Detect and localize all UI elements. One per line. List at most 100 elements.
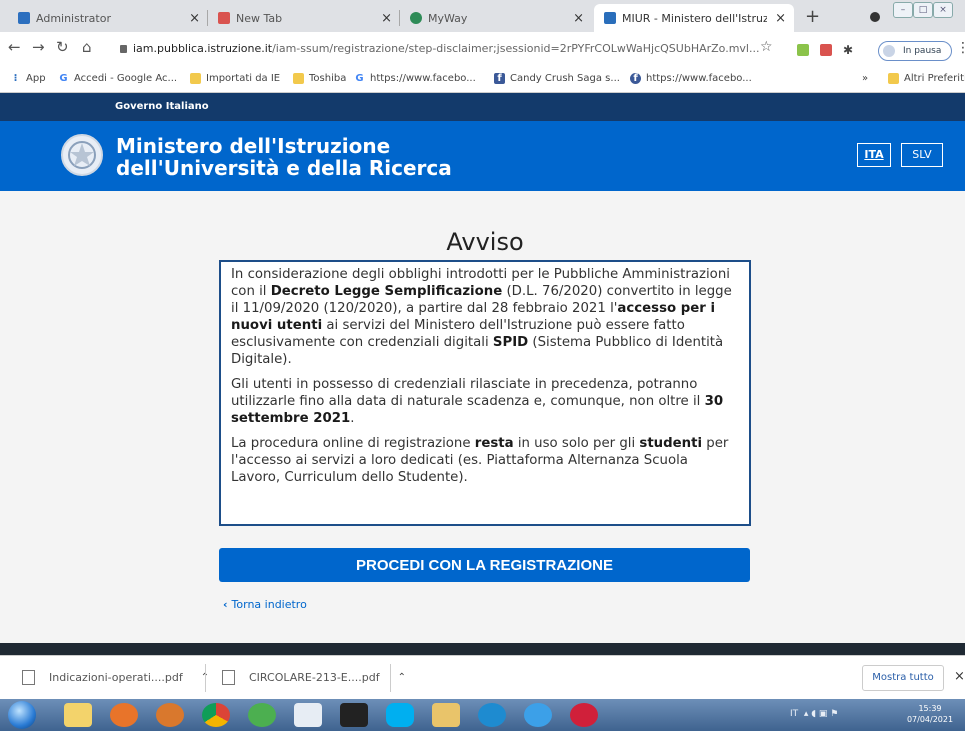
puzzle-extension-icon[interactable]: ✱ [843,44,855,56]
folder-icon[interactable] [432,703,460,727]
folder-icon [888,73,899,84]
bookmark-label: Accedi - Google Ac... [74,73,178,84]
chrome-icon[interactable] [202,703,230,727]
downloads-bar: Indicazioni-operati....pdf ⌃ CIRCOLARE-2… [0,655,965,700]
notice-text: . [350,411,355,426]
tab-title: New Tab [236,11,283,25]
gov-label[interactable]: Governo Italiano [115,101,209,112]
game-icon[interactable] [340,703,368,727]
pdf-file-icon [222,670,235,685]
skype-icon[interactable] [386,703,414,727]
notice-paragraph-1: In considerazione degli obblighi introdo… [231,266,739,368]
show-all-downloads-button[interactable]: Mostra tutto [862,665,944,691]
chevron-left-icon: ‹ [223,598,228,611]
bookmark-label: Altri Preferiti [904,73,965,84]
menu-kebab-icon[interactable]: ⋮ [956,40,965,56]
opera-icon[interactable] [570,703,598,727]
profile-icon[interactable] [870,12,880,22]
firefox-icon[interactable] [110,703,138,727]
bookmark-folder-ie[interactable]: Importati da IE [190,73,280,84]
notice-bold-text: SPID [492,335,529,350]
notepad-icon[interactable] [294,703,322,727]
notice-text: La procedura online di registrazione [231,436,475,451]
back-arrow-icon[interactable]: ← [8,38,21,56]
tab-miur[interactable]: MIUR - Ministero dell'Istruzion × [594,4,794,32]
google-icon: G [355,73,364,84]
bookmark-facebook-url[interactable]: G https://www.facebo... [354,73,475,84]
proceed-registration-button[interactable]: PROCEDI CON LA REGISTRAZIONE [219,548,750,582]
extension-icon[interactable] [797,44,809,56]
start-button-icon[interactable] [8,701,36,729]
bookmark-folder-toshiba[interactable]: Toshiba [293,73,346,84]
google-icon: G [59,73,68,84]
bookmark-apps[interactable]: ⁝ App [10,73,46,84]
avatar [883,45,895,57]
miur-icon [604,12,616,24]
tab-title: Administrator [36,11,111,25]
language-ita-button[interactable]: ITA [857,143,891,167]
download-item[interactable]: Indicazioni-operati....pdf ⌃ [22,670,209,685]
chevron-up-icon[interactable]: ⌃ [398,672,406,683]
media-icon[interactable] [156,703,184,727]
clock-time: 15:39 [918,704,942,713]
sync-paused-button[interactable]: In pausa [878,41,952,61]
bookmark-candy-crush[interactable]: f Candy Crush Saga s... [494,73,620,84]
italian-republic-emblem-icon[interactable] [60,133,104,177]
download-filename: CIRCOLARE-213-E....pdf [249,671,380,684]
lock-icon [120,45,127,53]
close-tab-icon[interactable]: × [775,11,786,26]
tab-new-tab[interactable]: New Tab × [208,4,400,32]
notice-paragraph-3: La procedura online di registrazione res… [231,435,739,486]
bookmarks-bar: ⁝ App G Accedi - Google Ac... Importati … [0,68,965,93]
reload-icon[interactable]: ↻ [56,38,69,56]
facebook-round-icon: f [630,73,641,84]
bookmark-facebook-url-2[interactable]: f https://www.facebo... [630,73,752,84]
download-separator [390,664,391,692]
taskbar-clock[interactable]: 15:39 07/04/2021 [900,703,960,725]
language-slv-button[interactable]: SLV [901,143,943,167]
minimize-icon[interactable]: – [893,2,913,18]
new-tab-button[interactable]: + [805,6,820,27]
ie-icon[interactable] [524,703,552,727]
url-path: /iam-ssum/registrazione/step-disclaimer;… [272,42,760,55]
explorer-icon[interactable] [64,703,92,727]
address-bar[interactable]: iam.pubblica.istruzione.it/iam-ssum/regi… [120,38,780,60]
close-tab-icon[interactable]: × [189,11,200,26]
ministry-title[interactable]: Ministero dell'Istruzione dell'Universit… [116,135,452,179]
pdf-file-icon [22,670,35,685]
bookmark-google-accedi[interactable]: G Accedi - Google Ac... [58,73,177,84]
cleaner-icon[interactable] [248,703,276,727]
home-icon[interactable]: ⌂ [82,38,92,56]
tab-myway[interactable]: MyWay × [400,4,592,32]
close-downloads-icon[interactable]: × [954,669,965,684]
back-link[interactable]: ‹ Torna indietro [223,598,307,611]
bookmark-label: https://www.facebo... [646,73,752,84]
other-bookmarks-folder[interactable]: Altri Preferiti [888,73,965,84]
government-bar: Governo Italiano [0,93,965,121]
tab-title: MyWay [428,11,468,25]
close-tab-icon[interactable]: × [573,11,584,26]
pause-label: In pausa [903,46,942,56]
close-tab-icon[interactable]: × [381,11,392,26]
system-tray[interactable]: IT ▴ ◖ ▣ ⚑ [790,709,838,719]
myway-icon [410,12,422,24]
tab-administrator[interactable]: Administrator × [8,4,208,32]
ministry-title-line2: dell'Università e della Ricerca [116,156,452,180]
close-window-icon[interactable]: × [933,2,953,18]
tray-language[interactable]: IT [790,709,798,719]
edge-icon[interactable] [478,703,506,727]
maximize-icon[interactable]: □ [913,2,933,18]
browser-tab-strip: Administrator × New Tab × MyWay × MIUR -… [0,0,965,32]
outlook-icon [18,12,30,24]
clock-date: 07/04/2021 [906,715,954,724]
forward-arrow-icon[interactable]: → [32,38,45,56]
bookmarks-overflow-button[interactable]: » [862,73,868,84]
tab-title: MIUR - Ministero dell'Istruzion [622,11,768,25]
newtab-icon [218,12,230,24]
bookmark-star-icon[interactable]: ☆ [760,39,773,55]
extension-icon[interactable] [820,44,832,56]
download-item[interactable]: CIRCOLARE-213-E....pdf ⌃ [222,670,406,685]
ministry-title-line1: Ministero dell'Istruzione [116,134,391,158]
bookmark-label: App [26,73,46,84]
notice-bold-text: Decreto Legge Semplificazione [270,284,503,299]
